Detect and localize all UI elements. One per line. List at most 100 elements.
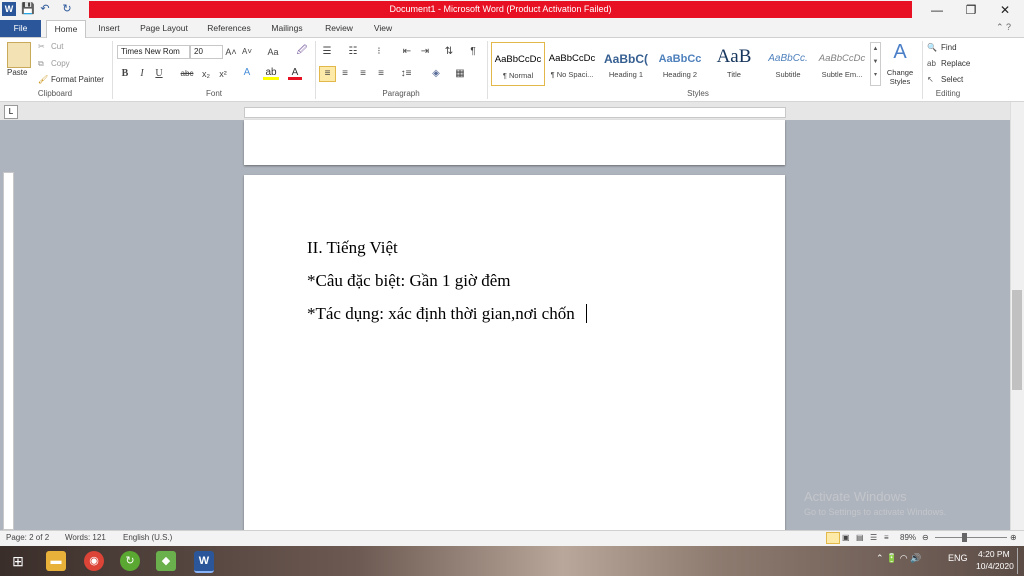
change-styles-button[interactable]: Change Styles <box>883 68 917 86</box>
increase-indent-icon[interactable]: ⇥ <box>418 45 432 59</box>
undo-icon[interactable]: ↶ <box>38 2 52 16</box>
language-status[interactable]: English (U.S.) <box>123 533 172 542</box>
scrollbar-thumb[interactable] <box>1012 290 1022 390</box>
style-heading-2[interactable]: AaBbCc Heading 2 <box>654 42 706 84</box>
zoom-slider-thumb[interactable] <box>962 533 967 542</box>
style-subtle-emphasis[interactable]: AaBbCcDc Subtle Em... <box>816 42 868 84</box>
paste-button[interactable]: Paste <box>7 67 27 78</box>
tab-references[interactable]: References <box>200 20 258 37</box>
style-heading-1[interactable]: AaBbC( Heading 1 <box>600 42 652 84</box>
shrink-font-icon[interactable]: A˅ <box>240 45 254 59</box>
decrease-indent-icon[interactable]: ⇤ <box>400 45 414 59</box>
tab-review[interactable]: Review <box>318 20 360 37</box>
align-right-icon[interactable]: ≡ <box>356 67 370 81</box>
zoom-slider[interactable] <box>935 537 1007 538</box>
align-center-icon[interactable]: ≡ <box>338 67 352 81</box>
numbering-icon[interactable]: ☷ <box>346 45 360 59</box>
outline-icon[interactable]: ☰ <box>870 533 877 542</box>
italic-button[interactable]: I <box>135 67 149 81</box>
style-title[interactable]: AaB Title <box>708 42 760 84</box>
tab-insert[interactable]: Insert <box>90 20 128 37</box>
file-explorer-icon[interactable]: ▬ <box>46 551 66 571</box>
redo-icon[interactable]: ↻ <box>60 2 74 16</box>
copy-button[interactable]: Copy <box>51 58 70 69</box>
close-button[interactable]: ✕ <box>988 0 1022 20</box>
bold-button[interactable]: B <box>118 67 132 81</box>
word-count[interactable]: Words: 121 <box>65 533 106 542</box>
strikethrough-button[interactable]: abc <box>178 67 196 81</box>
tab-selector-icon[interactable]: L <box>4 105 18 119</box>
tab-mailings[interactable]: Mailings <box>264 20 310 37</box>
underline-button[interactable]: U <box>152 67 166 81</box>
tab-view[interactable]: View <box>366 20 400 37</box>
web-layout-icon[interactable]: ▤ <box>856 533 864 542</box>
copy-icon[interactable]: ⧉ <box>38 58 44 69</box>
page-2[interactable] <box>244 175 785 530</box>
document-line-heading[interactable]: II. Tiếng Việt <box>307 238 398 258</box>
show-formatting-icon[interactable]: ¶ <box>466 45 480 59</box>
horizontal-ruler[interactable] <box>244 107 786 118</box>
line-spacing-icon[interactable]: ↕≡ <box>398 67 414 81</box>
styles-scroll-icon[interactable]: ▲ ▼ ▾ <box>870 42 881 86</box>
save-icon[interactable]: 💾 <box>21 2 35 16</box>
replace-button[interactable]: Replace <box>941 58 970 69</box>
print-layout-icon[interactable] <box>826 532 840 544</box>
vertical-ruler[interactable] <box>3 172 14 530</box>
start-icon[interactable]: ⊞ <box>8 551 28 571</box>
show-desktop-button[interactable] <box>1017 548 1024 574</box>
style-subtitle[interactable]: AaBbCc. Subtitle <box>762 42 814 84</box>
sort-icon[interactable]: ⇅ <box>442 45 456 59</box>
document-line-2[interactable]: *Câu đặc biệt: Gần 1 giờ đêm <box>307 271 511 291</box>
multilevel-list-icon[interactable]: ⁝ <box>372 45 386 59</box>
format-painter-icon[interactable]: 🖌 <box>38 74 48 85</box>
word-app-icon[interactable]: W <box>2 2 16 16</box>
zoom-level[interactable]: 89% <box>900 533 916 542</box>
change-styles-icon[interactable]: A <box>888 40 912 64</box>
text-effects-icon[interactable]: A <box>240 66 254 80</box>
change-case-icon[interactable]: Aa <box>264 45 282 59</box>
bluestacks-icon[interactable]: ◆ <box>156 551 176 571</box>
document-line-3[interactable]: *Tác dụng: xác định thời gian,nơi chốn <box>307 304 575 324</box>
select-button[interactable]: Select <box>941 74 963 85</box>
cut-button[interactable]: Cut <box>51 41 63 52</box>
font-size-select[interactable]: 20 <box>190 45 223 59</box>
tab-page-layout[interactable]: Page Layout <box>134 20 194 37</box>
borders-icon[interactable]: ▦ <box>452 67 468 81</box>
zoom-in-icon[interactable]: ⊕ <box>1010 533 1017 542</box>
subscript-button[interactable]: x₂ <box>199 67 213 81</box>
clear-formatting-icon[interactable]: 🖉 <box>294 44 310 58</box>
find-icon[interactable]: 🔍 <box>927 42 937 53</box>
input-language[interactable]: ENG <box>948 553 968 563</box>
superscript-button[interactable]: x² <box>216 67 230 81</box>
highlight-icon[interactable]: ab <box>263 66 279 80</box>
replace-icon[interactable]: ab <box>927 58 936 69</box>
find-button[interactable]: Find <box>941 42 957 53</box>
zoom-out-icon[interactable]: ⊖ <box>922 533 929 542</box>
minimize-button[interactable]: — <box>920 0 954 20</box>
app-icon[interactable]: ↻ <box>120 551 140 571</box>
bullets-icon[interactable]: ☰ <box>320 45 334 59</box>
word-taskbar-icon[interactable]: W <box>194 551 214 573</box>
restore-button[interactable]: ❐ <box>954 0 988 20</box>
tab-home[interactable]: Home <box>46 20 86 38</box>
shading-icon[interactable]: ◈ <box>428 67 444 81</box>
page-count[interactable]: Page: 2 of 2 <box>6 533 49 542</box>
select-icon[interactable]: ↖ <box>927 74 934 85</box>
font-color-icon[interactable]: A <box>288 66 302 80</box>
format-painter-button[interactable]: Format Painter <box>51 74 104 85</box>
clock-time[interactable]: 4:20 PM <box>978 549 1010 559</box>
grow-font-icon[interactable]: A˄ <box>224 45 238 59</box>
draft-icon[interactable]: ≡ <box>884 533 889 542</box>
tab-file[interactable]: File <box>0 20 41 37</box>
paste-icon[interactable] <box>7 42 31 68</box>
tray-icons[interactable]: ⌃ 🔋 ◠ 🔊 <box>876 553 921 564</box>
cut-icon[interactable]: ✂ <box>38 41 45 52</box>
style-no-spacing[interactable]: AaBbCcDc ¶ No Spaci... <box>546 42 598 84</box>
style-normal[interactable]: AaBbCcDc ¶ Normal <box>491 42 545 86</box>
align-left-icon[interactable]: ≡ <box>319 66 336 82</box>
help-icon[interactable]: ⌃ ? <box>996 22 1011 33</box>
clock-date[interactable]: 10/4/2020 <box>976 561 1014 571</box>
full-screen-icon[interactable]: ▣ <box>842 533 850 542</box>
chrome-icon[interactable]: ◉ <box>84 551 104 571</box>
font-family-select[interactable]: Times New Rom <box>117 45 190 59</box>
